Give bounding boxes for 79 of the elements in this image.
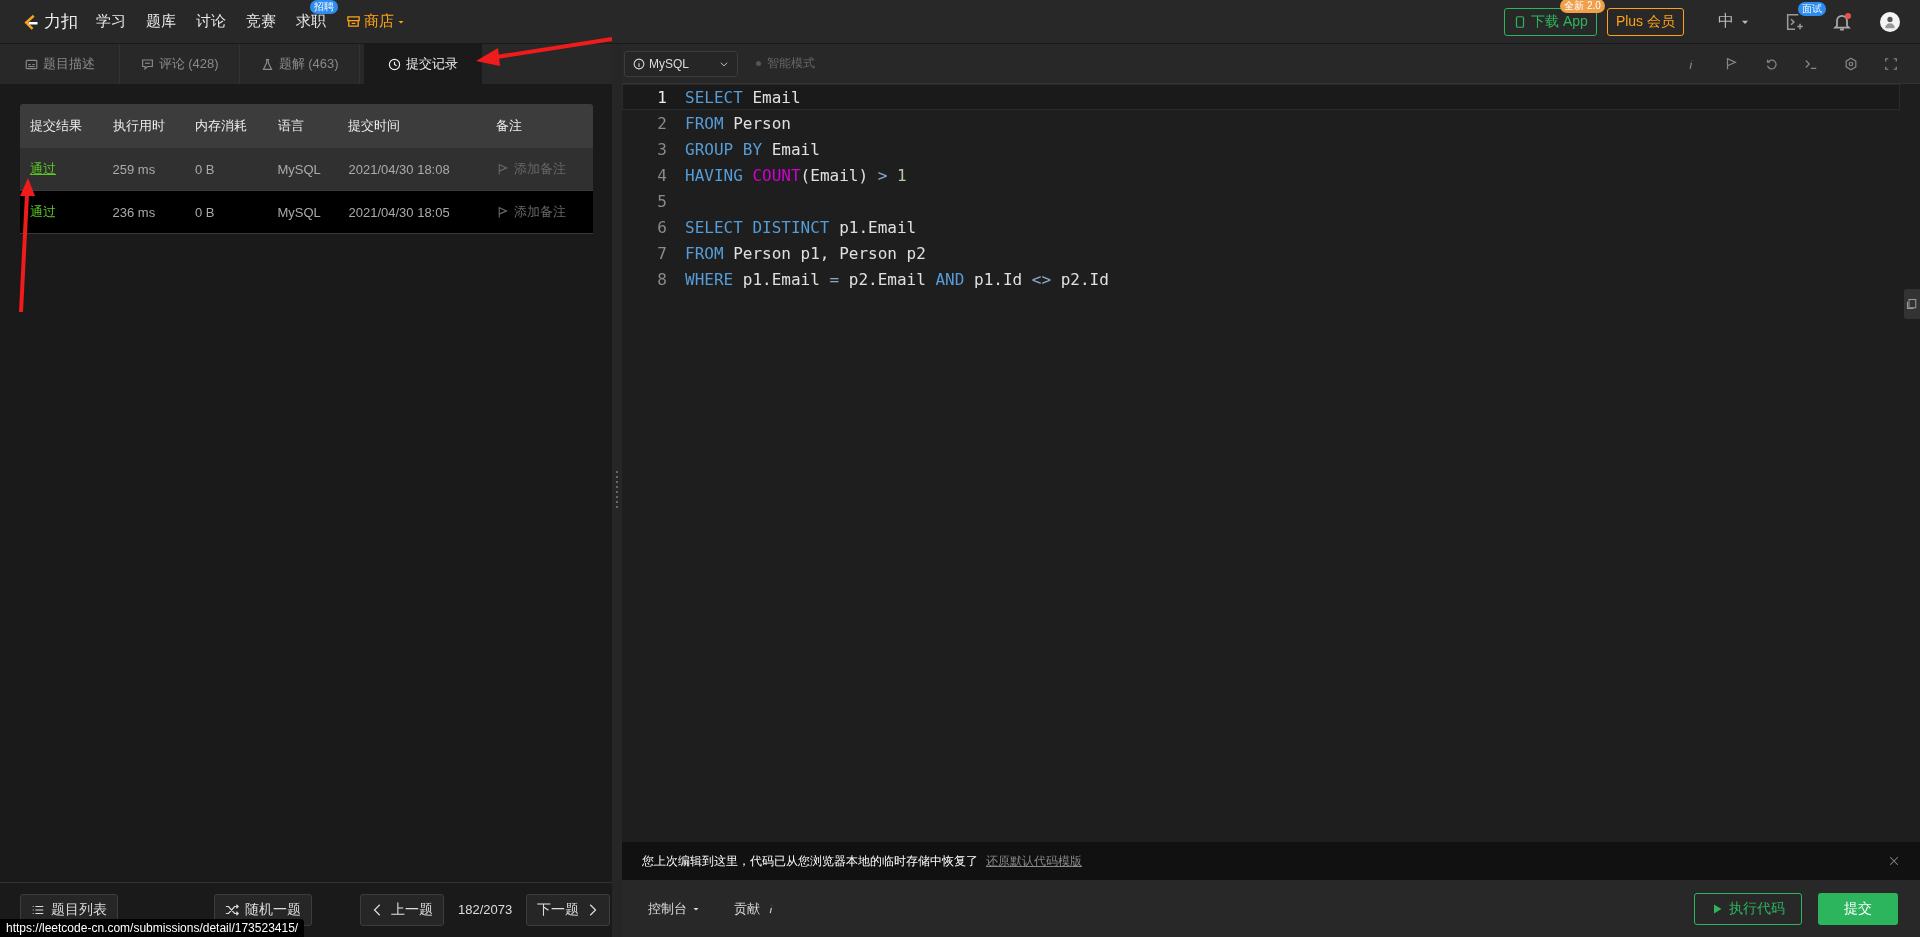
line-number: 5 xyxy=(656,191,668,211)
nav-link[interactable]: 求职 xyxy=(296,12,326,31)
nav-link[interactable]: 题库 xyxy=(146,12,176,31)
tab[interactable]: 题解 (463) xyxy=(240,44,360,84)
restore-template-link[interactable]: 还原默认代码模版 xyxy=(986,852,1082,870)
table-cell: 2021/04/30 18:08 xyxy=(338,148,487,191)
table-cell: 2021/04/30 18:05 xyxy=(338,190,487,234)
comment-icon xyxy=(140,57,154,71)
description-icon xyxy=(24,57,38,71)
info-icon xyxy=(633,57,645,70)
column-header: 备注 xyxy=(486,104,593,148)
table-cell: MySQL xyxy=(267,190,339,234)
table-cell: 236 ms xyxy=(102,190,185,234)
url-tooltip: https://leetcode-cn.com/submissions/detail/173523415/ xyxy=(0,919,305,937)
nav-link[interactable]: 竞赛 xyxy=(246,12,276,31)
table-cell: 0 B xyxy=(185,190,268,234)
line-number: 3 xyxy=(656,139,668,159)
code-line: FROM Person xyxy=(685,113,791,133)
column-header: 提交时间 xyxy=(338,104,487,148)
language-menu-button[interactable]: 中 xyxy=(1712,10,1756,33)
nav-link[interactable]: 商店 xyxy=(346,12,405,31)
logo-text[interactable]: 力扣 xyxy=(44,10,78,33)
column-header: 语言 xyxy=(267,104,339,148)
nav-link[interactable]: 学习 xyxy=(96,12,126,31)
clock-icon xyxy=(388,57,401,71)
result-link[interactable]: 通过 xyxy=(30,204,56,219)
line-number: 1 xyxy=(656,87,668,107)
avatar[interactable] xyxy=(1880,11,1900,32)
code-line: SELECT Email xyxy=(685,87,801,107)
reset-icon xyxy=(1764,56,1778,71)
code-line: WHERE p1.Email = p2.Email AND p1.Id <> p2.Id xyxy=(685,269,1109,289)
result-link[interactable]: 通过 xyxy=(30,161,56,176)
problem-number-text: 182/2073 xyxy=(458,901,513,919)
line-number: 4 xyxy=(656,165,668,185)
side-tab[interactable] xyxy=(1904,289,1920,319)
list-icon xyxy=(31,903,45,917)
contribute-button[interactable]: 贡献 xyxy=(728,898,783,919)
nav-link[interactable]: 讨论 xyxy=(196,12,226,31)
tab[interactable]: 题目描述 xyxy=(0,44,120,84)
flag-icon xyxy=(1724,56,1738,71)
previous-problem-button[interactable]: 上一题 xyxy=(360,894,444,926)
line-number: 8 xyxy=(656,269,668,289)
table-cell: 0 B xyxy=(185,148,268,191)
interview-badge: 面试 xyxy=(1798,1,1826,16)
resize-handle[interactable] xyxy=(616,470,618,511)
run-code-button[interactable]: 执行代码 xyxy=(1694,892,1802,925)
tab[interactable]: 提交记录 xyxy=(364,44,482,84)
fullscreen-icon xyxy=(1884,56,1898,71)
table-cell: MySQL xyxy=(267,148,339,191)
line-number: 6 xyxy=(656,217,668,237)
code-line: GROUP BY Email xyxy=(685,139,820,159)
new-badge: 全新 2.0 xyxy=(1560,0,1605,13)
flag-icon xyxy=(496,205,510,219)
table-cell: 259 ms xyxy=(102,148,185,191)
plus-member-button[interactable]: Plus 会员 xyxy=(1606,7,1684,36)
column-header: 执行用时 xyxy=(102,104,185,148)
nav-badge: 招聘 xyxy=(310,0,338,14)
code-line: SELECT DISTINCT p1.Email xyxy=(685,217,917,237)
line-number: 2 xyxy=(656,113,668,133)
tab[interactable]: 评论 (428) xyxy=(120,44,240,84)
next-problem-button[interactable]: 下一题 xyxy=(526,894,611,926)
person-icon xyxy=(1883,14,1897,29)
line-number: 7 xyxy=(656,243,668,263)
code-line: HAVING COUNT(Email) > 1 xyxy=(685,165,907,185)
column-header: 提交结果 xyxy=(20,104,103,148)
console-button[interactable]: 控制台 xyxy=(642,898,706,919)
code-line: FROM Person p1, Person p2 xyxy=(685,243,926,263)
column-header: 内存消耗 xyxy=(185,104,268,148)
flag-icon xyxy=(496,162,510,176)
shuffle-icon xyxy=(225,903,239,917)
store-icon xyxy=(346,14,361,29)
play-icon xyxy=(1711,902,1723,915)
document-icon xyxy=(1906,298,1918,310)
restore-notice: 您上次编辑到这里，代码已从您浏览器本地的临时存储中恢复了 xyxy=(642,852,978,870)
language-select[interactable]: MySQL xyxy=(624,50,738,77)
interview-icon xyxy=(1786,12,1804,31)
close-icon xyxy=(1888,855,1900,867)
settings-icon xyxy=(1844,56,1858,71)
flask-icon xyxy=(260,57,274,71)
